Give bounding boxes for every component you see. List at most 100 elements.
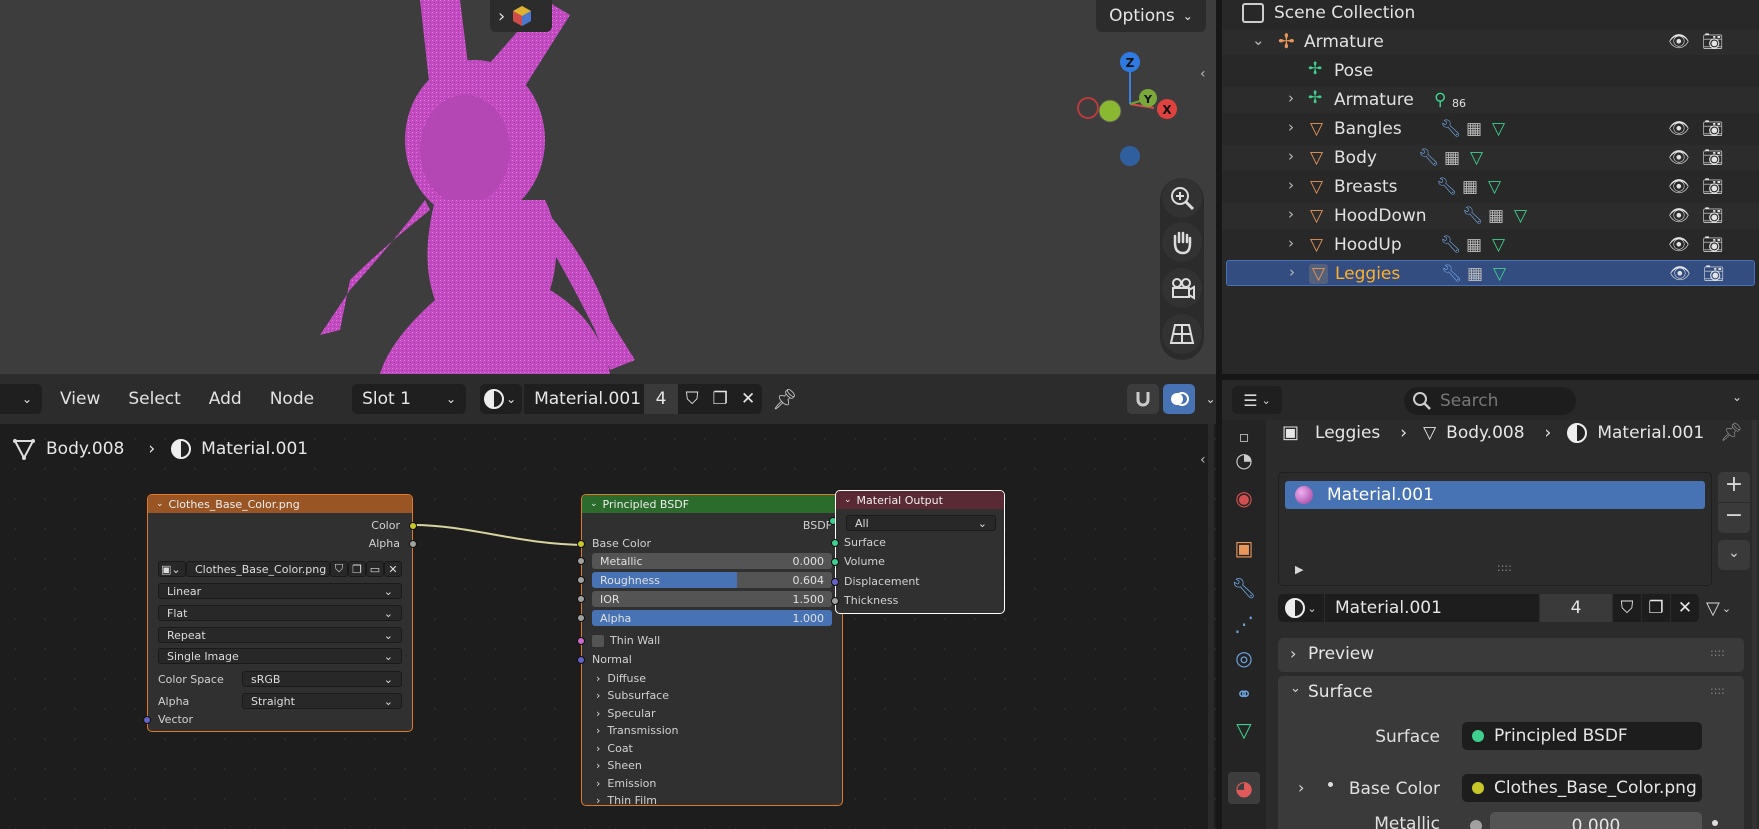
color-space-dropdown[interactable]: sRGB ⌄ [242,671,402,687]
camera-render-icon[interactable]: 📷︎ [1702,119,1724,139]
collapse-chevron-icon[interactable]: ⌄ [590,499,598,509]
socket-ior-in[interactable] [577,595,585,603]
metallic-field[interactable]: Metallic 0.000 [592,553,832,569]
camera-render-icon[interactable]: 📷︎ [1703,264,1725,284]
chevron-down-icon[interactable]: ⌄ [1290,681,1301,696]
section-coat[interactable]: › Coat [596,742,633,755]
base-color-field[interactable]: Clothes_Base_Color.png [1462,774,1702,802]
camera-render-icon[interactable]: 📷︎ [1702,206,1724,226]
alpha-field[interactable]: Alpha 1.000 [592,610,832,626]
eye-icon[interactable]: 👁︎ [1668,148,1690,168]
eye-icon[interactable]: 👁︎ [1669,264,1691,284]
section-sheen[interactable]: › Sheen [596,759,642,772]
remove-slot-button[interactable]: − [1718,503,1750,533]
socket-vector-in[interactable] [143,716,151,724]
target-dropdown[interactable]: All ⌄ [846,515,996,531]
source-dropdown[interactable]: Single Image ⌄ [158,648,402,664]
thin-wall-checkbox[interactable]: Thin Wall [592,634,660,647]
link-type-dropdown[interactable]: ▽ ⌄ [1706,594,1750,622]
socket-metallic-in[interactable] [577,557,585,565]
eye-icon[interactable]: 👁︎ [1668,177,1690,197]
eye-icon[interactable]: 👁︎ [1668,235,1690,255]
pin-icon[interactable]: 📌︎ [1720,422,1743,443]
section-specular[interactable]: › Specular [596,707,655,720]
drag-handle-icon[interactable]: :::: [1710,646,1725,659]
tab-render-icon[interactable]: ◔ [1228,444,1260,476]
socket-normal-in[interactable] [577,656,585,664]
material-output-node[interactable]: ⌄ Material Output All ⌄ Surface Volume Di… [831,490,1005,614]
slot-specials-dropdown[interactable]: ⌄ [1718,540,1750,570]
chevron-down-icon[interactable]: ⌄ [1252,31,1265,49]
socket-alpha-in[interactable] [577,614,585,622]
tab-object-icon[interactable]: ▣ [1228,532,1260,564]
extension-dropdown[interactable]: Repeat ⌄ [158,627,402,643]
panel-preview[interactable]: › Preview :::: [1278,638,1744,672]
surface-shader-field[interactable]: Principled BSDF [1462,722,1702,750]
section-thin-film[interactable]: › Thin Film [596,794,657,807]
chevron-right-icon[interactable]: › [1288,118,1294,136]
camera-render-icon[interactable]: 📷︎ [1702,235,1724,255]
eye-icon[interactable]: 👁︎ [1668,119,1690,139]
chevron-down-icon[interactable]: ⌄ [1732,390,1742,404]
socket-surface-in[interactable] [831,539,839,547]
socket-displacement-in[interactable] [831,578,839,586]
outliner-item-hoodup[interactable]: › ▽ HoodUp 🔧︎ ▦ ▽ 👁︎ 📷︎ [1222,232,1759,258]
tab-world-icon[interactable]: ◉ [1228,482,1260,514]
tab-particles-icon[interactable]: ⋰ [1228,608,1260,640]
add-slot-button[interactable]: + [1718,472,1750,502]
open-folder-icon[interactable]: ▭ [366,561,384,577]
socket-roughness-in[interactable] [577,576,585,584]
outliner-item-pose[interactable]: ✢ Pose [1222,58,1759,84]
chevron-right-icon[interactable]: › [1288,176,1294,194]
chevron-right-icon[interactable]: › [1288,205,1294,223]
chevron-right-icon[interactable]: › [1288,89,1294,107]
socket-thickness-in[interactable] [831,597,839,605]
search-input[interactable]: Search [1404,387,1576,415]
eye-icon[interactable]: 👁︎ [1668,206,1690,226]
image-browse-icon[interactable]: ▣⌄ [158,561,186,577]
metallic-field[interactable]: 0.000 [1490,812,1702,829]
chevron-right-icon[interactable]: › [1288,234,1294,252]
scrollbar[interactable] [1752,420,1757,829]
tab-modifiers-wrench-icon[interactable]: 🔧︎ [1228,572,1260,604]
unlink-close-icon[interactable]: ✕ [384,561,402,577]
outliner-item-breasts[interactable]: › ▽ Breasts 🔧︎ ▦ ▽ 👁︎ 📷︎ [1222,174,1759,200]
resize-grip-icon[interactable]: :::: [1497,561,1512,574]
camera-render-icon[interactable]: 📷︎ [1702,148,1724,168]
duplicate-icon[interactable]: ❐ [1642,594,1670,622]
socket-base-color-in[interactable] [577,540,585,548]
outliner-item-hooddown[interactable]: › ▽ HoodDown 🔧︎ ▦ ▽ 👁︎ 📷︎ [1222,203,1759,229]
camera-render-icon[interactable]: 📷︎ [1702,177,1724,197]
outliner-item-bangles[interactable]: › ▽ Bangles 🔧︎ ▦ ▽ 👁︎ 📷︎ [1222,116,1759,142]
ior-field[interactable]: IOR 1.500 [592,591,832,607]
outliner[interactable]: Scene Collection ⌄ ✢ Armature 👁︎ 📷︎ ✢ Po… [1222,0,1759,374]
socket-color-out[interactable] [409,522,417,530]
collapse-chevron-icon[interactable]: ⌄ [156,499,164,509]
outliner-item-leggies[interactable]: › ▽ Leggies 🔧︎ ▦ ▽ 👁︎ 📷︎ [1226,260,1755,286]
tab-constraints-icon[interactable]: ⚭ [1228,678,1260,710]
interpolation-dropdown[interactable]: Linear ⌄ [158,583,402,599]
roughness-field[interactable]: Roughness 0.604 [592,572,832,588]
play-triangle-icon[interactable]: ▶ [1295,563,1303,576]
editor-type-dropdown[interactable]: ☰ ⌄ [1232,386,1282,414]
duplicate-icon[interactable]: ❐ [348,561,366,577]
section-subsurface[interactable]: › Subsurface [596,689,669,702]
section-transmission[interactable]: › Transmission [596,724,678,737]
tab-material-icon[interactable]: ◕ [1228,772,1260,804]
socket-thin-wall-in[interactable] [577,637,585,645]
material-slot-item[interactable]: Material.001 [1285,481,1705,509]
section-diffuse[interactable]: › Diffuse [596,672,646,685]
socket-volume-in[interactable] [831,558,839,566]
collapse-chevron-icon[interactable]: ⌄ [844,495,852,505]
drag-handle-icon[interactable]: :::: [1710,684,1725,697]
user-count[interactable]: 4 [1540,594,1612,622]
browse-material-button[interactable]: ⌄ [1278,594,1324,622]
camera-render-icon[interactable]: 📷︎ [1702,32,1724,52]
keyframe-dot-icon[interactable] [1712,820,1718,826]
image-texture-node[interactable]: ⌄ Clothes_Base_Color.png Color Alpha ▣⌄ … [143,494,417,732]
tab-mesh-data-icon[interactable]: ▽ [1228,714,1260,746]
outliner-item-armature[interactable]: ⌄ ✢ Armature 👁︎ 📷︎ [1222,29,1759,55]
fake-user-shield-icon[interactable]: ⛉ [330,561,348,577]
outliner-scene-collection[interactable]: Scene Collection [1222,0,1759,26]
tab-physics-icon[interactable]: ◎ [1228,642,1260,674]
